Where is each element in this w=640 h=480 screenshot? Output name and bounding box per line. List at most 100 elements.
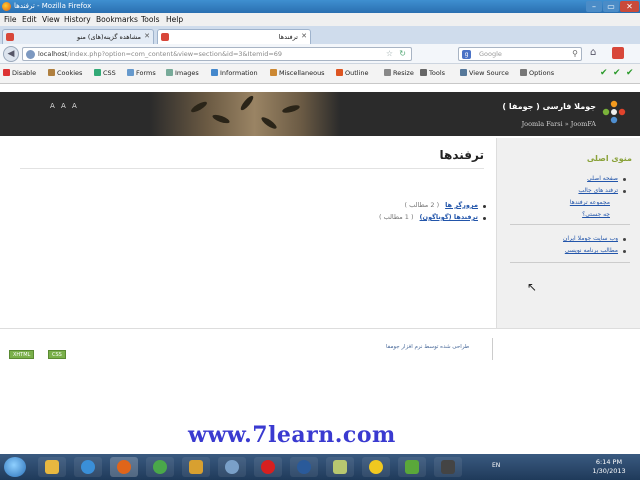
taskbar-safari[interactable] (218, 457, 246, 477)
footer-credit[interactable]: طراحی شده توسط نرم افزار جومفا (386, 344, 469, 350)
close-window-button[interactable]: ✕ (620, 1, 639, 12)
taskbar-media-player[interactable] (182, 457, 210, 477)
addon-icon[interactable] (612, 47, 624, 59)
devbar-cookies[interactable]: Cookies (48, 69, 82, 77)
close-tab-icon[interactable]: ✕ (301, 32, 307, 40)
search-icon[interactable]: ⚲ (572, 49, 578, 58)
site-identity-icon[interactable] (26, 50, 35, 59)
css-valid-badge[interactable]: CSS (48, 350, 66, 359)
devbar-miscellaneous[interactable]: Miscellaneous (270, 69, 325, 77)
menu-link-joomla-iran[interactable]: وب سایت جوملا ایران (563, 235, 618, 242)
window-title: ترفندها - Mozilla Firefox (14, 2, 92, 10)
list-bullet (483, 217, 486, 220)
taskbar-notepad[interactable] (326, 457, 354, 477)
tab-label: مشاهده گزینه(های) منو (77, 33, 141, 41)
navigation-bar: ◀ localhost/index.php?option=com_content… (0, 44, 640, 64)
tab-tricks[interactable]: ترفندها ✕ (157, 29, 311, 44)
language-indicator[interactable]: EN (492, 462, 500, 469)
tools-icon (420, 69, 427, 76)
validation-check-icon[interactable]: ✔ (613, 68, 621, 78)
menu-link-cool-tricks[interactable]: ترفند های جالب (578, 187, 618, 194)
menu-bookmarks[interactable]: Bookmarks (96, 15, 138, 24)
bookmark-star-icon[interactable]: ☆ (386, 49, 393, 58)
footer-separator (492, 338, 493, 360)
clock-date: 1/30/2013 (592, 467, 626, 475)
images-icon (166, 69, 173, 76)
menu-link-search[interactable]: چه جستی؟ (582, 211, 610, 218)
xhtml-valid-badge[interactable]: XHTML (9, 350, 35, 359)
joomla-logo-icon (602, 100, 626, 124)
url-bar[interactable]: localhost/index.php?option=com_content&v… (22, 47, 412, 61)
taskbar-joomla[interactable] (398, 457, 426, 477)
menu-bar: File Edit View History Bookmarks Tools H… (0, 13, 640, 26)
close-tab-icon[interactable]: ✕ (144, 32, 150, 40)
devbar-disable[interactable]: Disable (3, 69, 36, 77)
menu-link-tricks-collection[interactable]: مجموعه ترفندها (570, 199, 610, 206)
miscellaneous-icon (270, 69, 277, 76)
devbar-view-source[interactable]: View Source (460, 69, 509, 77)
footer-divider (0, 328, 640, 329)
taskbar-explorer[interactable] (38, 457, 66, 477)
home-icon[interactable]: ⌂ (590, 47, 596, 58)
devbar-resize[interactable]: Resize (384, 69, 414, 77)
joomla-favicon-icon (6, 33, 14, 41)
disable-icon (3, 69, 10, 76)
menu-link-home[interactable]: صفحه اصلی (587, 175, 618, 182)
taskbar-ie[interactable] (74, 457, 102, 477)
taskbar-messenger[interactable] (362, 457, 390, 477)
menu-bullet (623, 250, 626, 253)
page-title: ترفندها (439, 148, 484, 162)
menu-view[interactable]: View (42, 15, 60, 24)
menu-file[interactable]: File (4, 15, 17, 24)
google-engine-icon[interactable]: g (462, 50, 471, 59)
tab-label: ترفندها (278, 33, 298, 41)
taskbar-firefox[interactable] (110, 457, 138, 477)
window-titlebar: ترفندها - Mozilla Firefox – ▭ ✕ (0, 0, 640, 13)
menu-tools[interactable]: Tools (141, 15, 159, 24)
maximize-button[interactable]: ▭ (603, 1, 619, 12)
devbar-options[interactable]: Options (520, 69, 554, 77)
devbar-forms[interactable]: Forms (127, 69, 156, 77)
menu-help[interactable]: Help (166, 15, 183, 24)
section-link-misc-tricks[interactable]: ترفندها (گوناگون) (420, 213, 478, 221)
devbar-css[interactable]: CSS (94, 69, 116, 77)
taskbar-chrome[interactable] (146, 457, 174, 477)
taskbar-netbeans[interactable] (290, 457, 318, 477)
taskbar-recorder[interactable] (434, 457, 462, 477)
folder-icon (45, 460, 59, 474)
devbar-information[interactable]: Information (211, 69, 258, 77)
back-button[interactable]: ◀ (3, 46, 19, 62)
sidebar-divider (510, 224, 630, 225)
system-clock[interactable]: 6:14 PM 1/30/2013 (586, 458, 632, 476)
internet-explorer-icon (81, 460, 95, 474)
devbar-tools[interactable]: Tools (420, 69, 445, 77)
search-input[interactable]: g Google ⚲ (458, 47, 582, 61)
devbar-outline[interactable]: Outline (336, 69, 369, 77)
menu-history[interactable]: History (64, 15, 91, 24)
site-brand-subtitle: Joomla Farsi » JoomFA (521, 120, 596, 128)
main-menu-title: منوی اصلی (586, 154, 632, 163)
menu-edit[interactable]: Edit (22, 15, 37, 24)
font-size-controls[interactable]: A A A (50, 102, 79, 110)
joomla-favicon-icon (161, 33, 169, 41)
cookie-icon (48, 69, 55, 76)
menu-link-programming[interactable]: مطالب برنامه نویسی (565, 247, 618, 254)
section-link-browsers[interactable]: مرورگر ها (445, 201, 478, 209)
validation-check-icon[interactable]: ✔ (626, 68, 634, 78)
validation-check-icon[interactable]: ✔ (600, 68, 608, 78)
taskbar-opera[interactable] (254, 457, 282, 477)
sidebar-divider (510, 262, 630, 263)
css-icon (94, 69, 101, 76)
devbar-images[interactable]: Images (166, 69, 199, 77)
recorder-icon (441, 460, 455, 474)
firefox-logo-icon (2, 2, 11, 11)
menu-bullet (623, 238, 626, 241)
joomla-icon (405, 460, 419, 474)
notepad-icon (333, 460, 347, 474)
reload-icon[interactable]: ↻ (399, 49, 406, 58)
minimize-button[interactable]: – (586, 1, 602, 12)
start-button[interactable] (4, 457, 26, 477)
chrome-icon (153, 460, 167, 474)
tab-menu-items[interactable]: مشاهده گزینه(های) منو ✕ (2, 29, 154, 44)
view-source-icon (460, 69, 467, 76)
